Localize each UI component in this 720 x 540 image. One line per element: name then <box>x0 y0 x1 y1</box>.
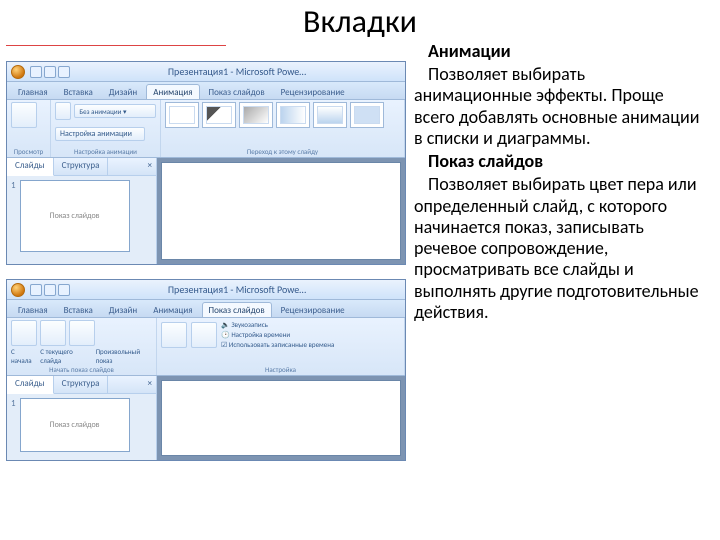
slide-panel: Слайды Структура × 1 Показ слайдов <box>7 376 157 460</box>
ribbon-group-preview: Просмотр <box>7 100 51 157</box>
preview-button[interactable] <box>11 102 37 128</box>
slide-preview <box>161 380 401 456</box>
slide-canvas <box>157 158 405 264</box>
animation-select[interactable]: Без анимации ▾ <box>74 104 156 118</box>
transition-wipe-h[interactable] <box>276 102 310 128</box>
slide-preview <box>161 162 401 260</box>
panel-close-icon[interactable]: × <box>108 158 156 175</box>
group-label-preview: Просмотр <box>11 147 46 156</box>
anim-dropdown-icon[interactable] <box>55 102 71 120</box>
group-label-custom: Настройка анимации <box>55 147 156 156</box>
qat-redo-icon[interactable] <box>58 66 70 78</box>
qat-undo-icon[interactable] <box>44 66 56 78</box>
titlebar: Презентация1 - Microsoft Powe… <box>7 280 405 300</box>
setup-show-button[interactable] <box>161 322 187 348</box>
ribbon-slideshow: С начала С текущего слайда Произвольный … <box>7 318 405 376</box>
use-timings-checkbox[interactable]: ☑ Использовать записанные времена <box>221 340 334 349</box>
heading-slideshow: Показ слайдов <box>414 151 706 172</box>
ribbon-group-transitions: Переход к этому слайду <box>161 100 405 157</box>
panel-close-icon[interactable]: × <box>108 376 156 393</box>
tab-design[interactable]: Дизайн <box>102 302 144 317</box>
transition-wipe-v[interactable] <box>313 102 347 128</box>
tab-insert[interactable]: Вставка <box>57 302 100 317</box>
tab-insert[interactable]: Вставка <box>57 84 100 99</box>
ribbon-tabs: Главная Вставка Дизайн Анимация Показ сл… <box>7 300 405 318</box>
hide-slide-button[interactable] <box>191 322 217 348</box>
quick-access-toolbar[interactable] <box>30 66 70 78</box>
transition-none[interactable] <box>165 102 199 128</box>
custom-show-button[interactable] <box>69 320 95 346</box>
label-from-beginning: С начала <box>11 347 34 365</box>
ribbon-group-setup: 🔈 Звукозапись 🕑 Настройка времени ☑ Испо… <box>157 318 405 375</box>
group-label-transitions: Переход к этому слайду <box>165 147 400 156</box>
from-beginning-button[interactable] <box>11 320 37 346</box>
text-slideshow: Позволяет выбирать цвет пера или определ… <box>414 174 706 323</box>
tab-slideshow[interactable]: Показ слайдов <box>202 302 272 317</box>
description-column: Анимации Позволяет выбирать анимационные… <box>410 41 720 540</box>
ribbon-tabs: Главная Вставка Дизайн Анимация Показ сл… <box>7 82 405 100</box>
panel-tab-slides[interactable]: Слайды <box>7 376 54 394</box>
slide-panel: Слайды Структура × 1 Показ слайдов <box>7 158 157 264</box>
ribbon-group-custom-animation: Без анимации ▾ Настройка анимации Настро… <box>51 100 161 157</box>
titlebar: Презентация1 - Microsoft Powe… <box>7 62 405 82</box>
tab-slideshow[interactable]: Показ слайдов <box>202 84 272 99</box>
label-from-current: С текущего слайда <box>40 347 89 365</box>
from-current-button[interactable] <box>40 320 66 346</box>
slide-thumbnail[interactable]: Показ слайдов <box>20 398 130 452</box>
text-animation: Позволяет выбирать анимационные эффекты.… <box>414 64 706 149</box>
label-custom-show: Произвольный показ <box>96 347 152 365</box>
page-title: Вкладки <box>0 0 720 41</box>
office-button-icon[interactable] <box>11 283 25 297</box>
tab-review[interactable]: Рецензирование <box>274 302 352 317</box>
group-label-setup: Настройка <box>161 365 400 374</box>
office-button-icon[interactable] <box>11 65 25 79</box>
panel-tab-outline[interactable]: Структура <box>54 376 109 393</box>
custom-animation-button[interactable]: Настройка анимации <box>55 127 145 141</box>
panel-tab-slides[interactable]: Слайды <box>7 158 54 176</box>
qat-save-icon[interactable] <box>30 66 42 78</box>
slide-canvas <box>157 376 405 460</box>
slide-number: 1 <box>11 398 16 456</box>
record-narration-option[interactable]: 🔈 Звукозапись <box>221 320 334 329</box>
transition-dissolve[interactable] <box>239 102 273 128</box>
qat-undo-icon[interactable] <box>44 284 56 296</box>
ribbon-group-start: С начала С текущего слайда Произвольный … <box>7 318 157 375</box>
tab-animation[interactable]: Анимация <box>146 302 199 317</box>
window-title: Презентация1 - Microsoft Powe… <box>73 65 401 78</box>
quick-access-toolbar[interactable] <box>30 284 70 296</box>
tab-animation[interactable]: Анимация <box>146 84 199 99</box>
group-label-start: Начать показ слайдов <box>11 365 152 374</box>
slide-thumbnail[interactable]: Показ слайдов <box>20 180 130 252</box>
tab-home[interactable]: Главная <box>11 302 55 317</box>
ribbon-animation: Просмотр Без анимации ▾ Настройка анимац… <box>7 100 405 158</box>
transition-fade[interactable] <box>202 102 236 128</box>
rehearse-timings-option[interactable]: 🕑 Настройка времени <box>221 330 334 339</box>
transition-box[interactable] <box>350 102 384 128</box>
powerpoint-window-animation: Презентация1 - Microsoft Powe… Главная В… <box>6 61 406 265</box>
qat-save-icon[interactable] <box>30 284 42 296</box>
tab-design[interactable]: Дизайн <box>102 84 144 99</box>
tab-review[interactable]: Рецензирование <box>274 84 352 99</box>
window-title: Презентация1 - Microsoft Powe… <box>73 283 401 296</box>
qat-redo-icon[interactable] <box>58 284 70 296</box>
heading-animation: Анимации <box>414 41 706 62</box>
screenshots-column: Презентация1 - Microsoft Powe… Главная В… <box>0 41 410 540</box>
powerpoint-window-slideshow: Презентация1 - Microsoft Powe… Главная В… <box>6 279 406 461</box>
red-underline <box>6 45 226 47</box>
tab-home[interactable]: Главная <box>11 84 55 99</box>
panel-tab-outline[interactable]: Структура <box>54 158 109 175</box>
slide-number: 1 <box>11 180 16 260</box>
